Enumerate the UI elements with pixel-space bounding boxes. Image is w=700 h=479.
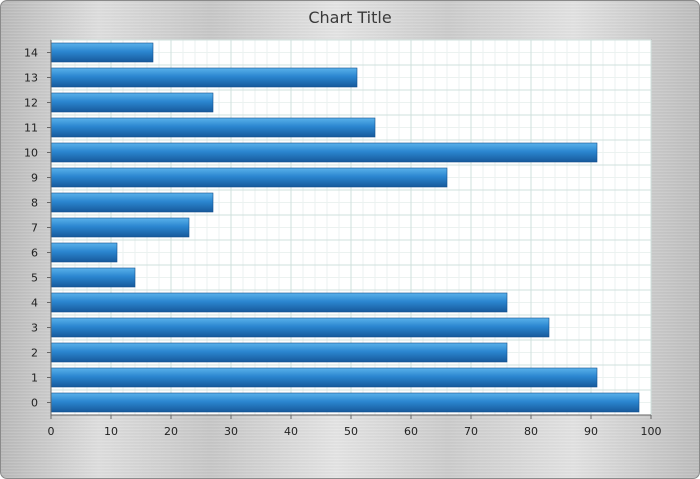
x-tick-label: 0	[48, 425, 55, 438]
y-tick-label: 7	[31, 222, 38, 235]
bar	[50, 317, 550, 338]
y-tick-label: 10	[24, 147, 38, 160]
y-tick-label: 12	[24, 97, 38, 110]
bar	[50, 392, 640, 413]
bar-chart: 012345678910111213140 10 20 30 40 50 60 70 80 90 1…	[24, 39, 662, 438]
x-tick-label: 40	[284, 425, 298, 438]
bar	[50, 217, 190, 238]
bar	[50, 117, 376, 138]
bar	[50, 342, 508, 363]
y-tick-label: 5	[31, 272, 38, 285]
x-tick-label: 80	[524, 425, 538, 438]
bar	[50, 192, 214, 213]
bar	[50, 367, 598, 388]
x-tick-label: 20	[164, 425, 178, 438]
bar	[50, 167, 448, 188]
x-tick-label: 50	[344, 425, 358, 438]
y-tick-label: 4	[31, 297, 38, 310]
bar	[50, 142, 598, 163]
y-tick-label: 13	[24, 72, 38, 85]
x-tick-label: 90	[584, 425, 598, 438]
chart-frame: Chart Title 0 1 2 3 4 5 6 7 8 9 10 11 12 13 14 0 10 20 30 4…	[0, 0, 700, 479]
y-tick-label: 3	[31, 322, 38, 335]
y-tick-label: 6	[31, 247, 38, 260]
y-tick-label: 1	[31, 372, 38, 385]
y-tick-label: 9	[31, 172, 38, 185]
bar	[50, 67, 358, 88]
bar	[50, 42, 154, 63]
x-tick-label: 70	[464, 425, 478, 438]
x-tick-label: 10	[104, 425, 118, 438]
y-tick-label: 8	[31, 197, 38, 210]
y-tick-label: 11	[24, 122, 38, 135]
x-tick-label: 100	[641, 425, 662, 438]
y-tick-label: 14	[24, 47, 38, 60]
bar	[50, 267, 136, 288]
bar	[50, 92, 214, 113]
x-tick-label: 30	[224, 425, 238, 438]
y-tick-label: 2	[31, 347, 38, 360]
bar	[50, 242, 118, 263]
bar	[50, 292, 508, 313]
y-tick-label: 0	[31, 397, 38, 410]
x-tick-label: 60	[404, 425, 418, 438]
